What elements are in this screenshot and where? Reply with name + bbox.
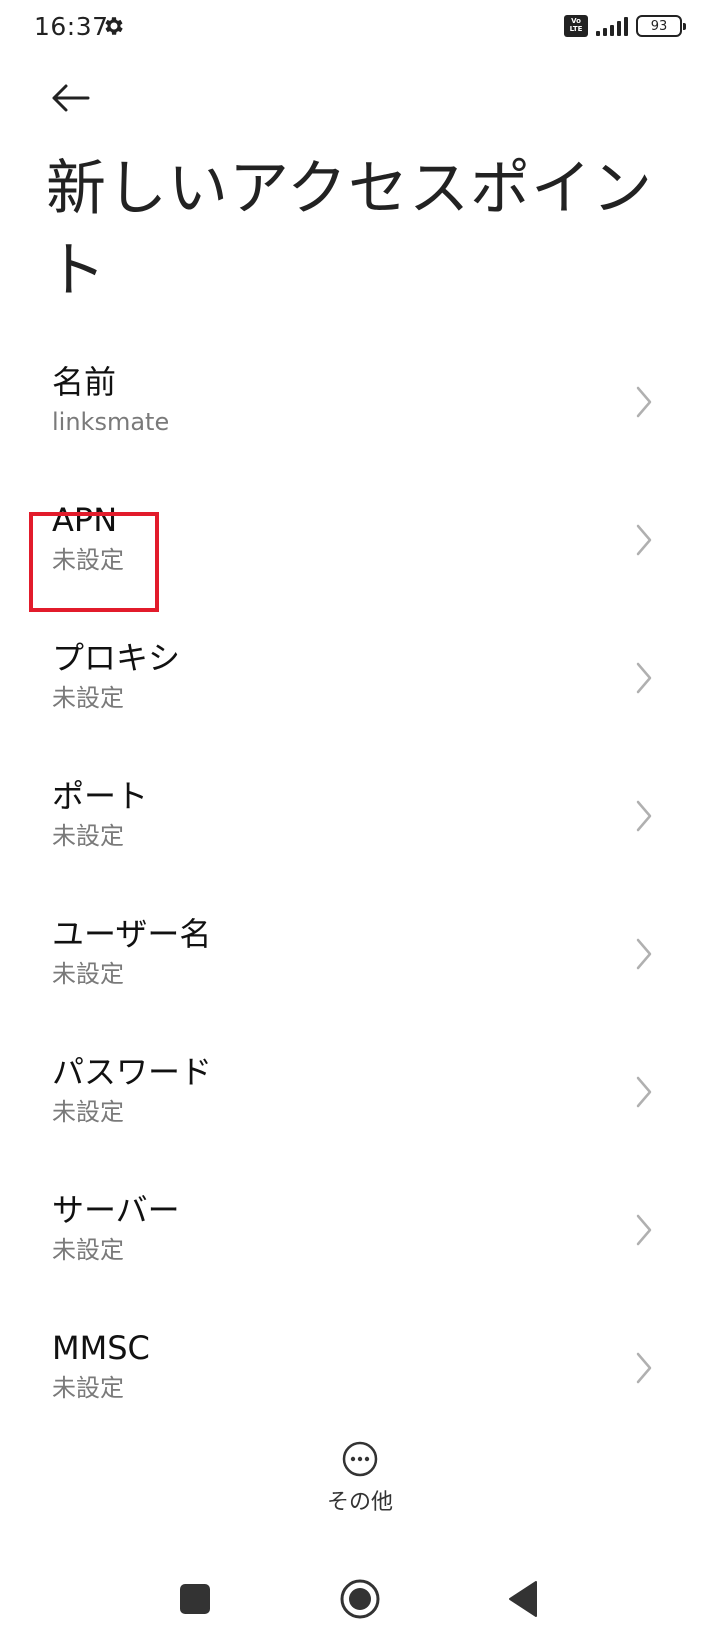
home-button[interactable] bbox=[339, 1578, 381, 1620]
more-label: その他 bbox=[326, 1490, 393, 1515]
item-label: ユーザー名 bbox=[52, 915, 212, 953]
signal-icon bbox=[596, 16, 628, 36]
setting-item-mmsc[interactable]: MMSC 未設定 bbox=[0, 1312, 720, 1408]
setting-item-apn[interactable]: APN 未設定 bbox=[0, 484, 720, 622]
chevron-right-icon bbox=[636, 800, 652, 832]
settings-list: 名前 linksmate APN 未設定 プロキシ 未設定 ポート 未設定 ユー… bbox=[0, 346, 720, 1408]
volte-icon: Vo LTE bbox=[564, 15, 588, 37]
battery-level: 93 bbox=[650, 18, 668, 34]
item-label: 名前 bbox=[52, 363, 117, 401]
chevron-right-icon bbox=[636, 1076, 652, 1108]
item-value: 未設定 bbox=[52, 1374, 124, 1402]
nav-back-button[interactable] bbox=[508, 1580, 538, 1618]
item-label: APN bbox=[52, 501, 118, 539]
item-value: 未設定 bbox=[52, 1236, 124, 1264]
status-time: 16:37 bbox=[34, 12, 109, 41]
status-bar: 16:37 Vo LTE 93 bbox=[0, 0, 720, 56]
chevron-right-icon bbox=[636, 524, 652, 556]
item-label: プロキシ bbox=[52, 639, 181, 677]
arrow-left-icon bbox=[52, 84, 90, 112]
chevron-right-icon bbox=[636, 662, 652, 694]
item-value: 未設定 bbox=[52, 822, 124, 850]
gear-icon bbox=[105, 17, 123, 35]
chevron-right-icon bbox=[636, 938, 652, 970]
item-label: MMSC bbox=[52, 1329, 150, 1367]
page-title: 新しいアクセスポイント bbox=[46, 154, 653, 306]
more-button[interactable]: その他 bbox=[310, 1440, 410, 1530]
item-label: パスワード bbox=[52, 1053, 213, 1091]
setting-item-port[interactable]: ポート 未設定 bbox=[0, 760, 720, 898]
item-value: linksmate bbox=[52, 408, 170, 436]
navigation-bar bbox=[0, 1560, 720, 1650]
recent-apps-button[interactable] bbox=[180, 1584, 210, 1614]
item-label: ポート bbox=[52, 777, 149, 815]
chevron-right-icon bbox=[636, 1352, 652, 1384]
setting-item-server[interactable]: サーバー 未設定 bbox=[0, 1174, 720, 1312]
setting-item-proxy[interactable]: プロキシ 未設定 bbox=[0, 622, 720, 760]
setting-item-name[interactable]: 名前 linksmate bbox=[0, 346, 720, 484]
item-value: 未設定 bbox=[52, 684, 124, 712]
back-button[interactable] bbox=[46, 74, 94, 122]
chevron-right-icon bbox=[636, 386, 652, 418]
status-icons: Vo LTE 93 bbox=[564, 13, 686, 39]
setting-item-username[interactable]: ユーザー名 未設定 bbox=[0, 898, 720, 1036]
setting-item-password[interactable]: パスワード 未設定 bbox=[0, 1036, 720, 1174]
item-value: 未設定 bbox=[52, 546, 124, 574]
more-icon bbox=[342, 1441, 378, 1477]
chevron-right-icon bbox=[636, 1214, 652, 1246]
battery-icon: 93 bbox=[636, 15, 686, 37]
item-value: 未設定 bbox=[52, 960, 124, 988]
item-label: サーバー bbox=[52, 1191, 180, 1229]
item-value: 未設定 bbox=[52, 1098, 124, 1126]
